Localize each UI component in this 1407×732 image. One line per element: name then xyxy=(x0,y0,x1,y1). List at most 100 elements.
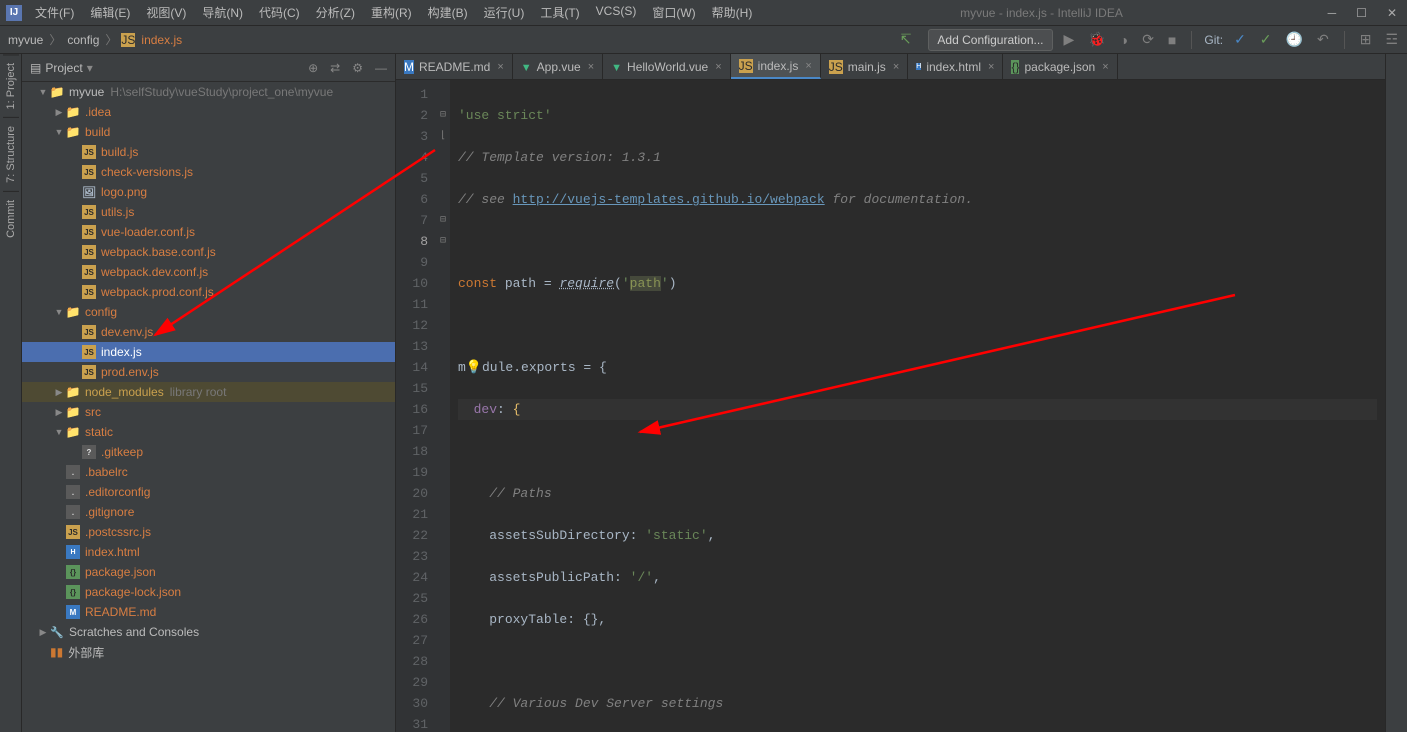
left-tool-gutter: 1: Project 7: Structure Commit xyxy=(0,54,22,732)
code-editor[interactable]: 1234 5678 9101112 13141516 17181920 2122… xyxy=(396,80,1385,732)
tab-indexhtml[interactable]: Hindex.html× xyxy=(908,54,1003,79)
tree-file[interactable]: JSwebpack.prod.conf.js xyxy=(22,282,395,302)
menu-vcs[interactable]: VCS(S) xyxy=(589,1,644,24)
tab-app[interactable]: App.vue× xyxy=(513,54,603,79)
tree-file[interactable]: ..babelrc xyxy=(22,462,395,482)
menu-view[interactable]: 视图(V) xyxy=(139,1,193,24)
locate-icon[interactable]: ⊕ xyxy=(308,61,318,75)
tree-node-modules[interactable]: node_moduleslibrary root xyxy=(22,382,395,402)
debug-icon[interactable]: 🐞 xyxy=(1085,31,1108,48)
git-update-icon[interactable]: ✓ xyxy=(1231,31,1249,48)
tree-build[interactable]: build xyxy=(22,122,395,142)
gear-icon[interactable]: ⚙ xyxy=(352,61,363,75)
menu-help[interactable]: 帮助(H) xyxy=(705,1,760,24)
menu-window[interactable]: 窗口(W) xyxy=(645,1,702,24)
tree-file[interactable]: JSwebpack.dev.conf.js xyxy=(22,262,395,282)
menubar: 文件(F) 编辑(E) 视图(V) 导航(N) 代码(C) 分析(Z) 重构(R… xyxy=(28,1,759,24)
tree-src[interactable]: src xyxy=(22,402,395,422)
breadcrumb-sep: 〉 xyxy=(105,31,117,48)
window-title: myvue - index.js - IntelliJ IDEA xyxy=(759,6,1323,20)
menu-edit[interactable]: 编辑(E) xyxy=(83,1,137,24)
expand-icon[interactable]: ⇄ xyxy=(330,61,340,75)
tool-tab-project[interactable]: 1: Project xyxy=(3,54,19,117)
titlebar: IJ 文件(F) 编辑(E) 视图(V) 导航(N) 代码(C) 分析(Z) 重… xyxy=(0,0,1407,26)
crumb-myvue[interactable]: myvue xyxy=(6,32,45,48)
close-icon[interactable]: × xyxy=(805,60,811,72)
build-hammer-icon[interactable]: ↸ xyxy=(897,31,915,48)
tree-file[interactable]: {}package.json xyxy=(22,562,395,582)
close-icon[interactable]: × xyxy=(1102,61,1108,73)
project-sidebar: ▤ Project ▾ ⊕ ⇄ ⚙ — myvueH:\selfStudy\vu… xyxy=(22,54,396,732)
run-icon[interactable]: ▶ xyxy=(1061,31,1078,48)
stop-icon[interactable]: ■ xyxy=(1165,32,1179,48)
menu-refactor[interactable]: 重构(R) xyxy=(364,1,419,24)
git-rollback-icon[interactable]: ↶ xyxy=(1314,31,1332,48)
editor-tabs: MREADME.md× App.vue× HelloWorld.vue× JSi… xyxy=(396,54,1385,80)
tree-file[interactable]: Hindex.html xyxy=(22,542,395,562)
tree-file[interactable]: {}package-lock.json xyxy=(22,582,395,602)
code-content[interactable]: 'use strict' // Template version: 1.3.1 … xyxy=(450,80,1385,732)
crumb-config[interactable]: config xyxy=(65,32,101,48)
project-tree[interactable]: myvueH:\selfStudy\vueStudy\project_one\m… xyxy=(22,82,395,732)
tree-file[interactable]: MREADME.md xyxy=(22,602,395,622)
menu-tools[interactable]: 工具(T) xyxy=(533,1,586,24)
profile-icon[interactable]: ⟳ xyxy=(1139,31,1157,48)
menu-code[interactable]: 代码(C) xyxy=(252,1,307,24)
menu-analyze[interactable]: 分析(Z) xyxy=(309,1,362,24)
close-icon[interactable]: × xyxy=(988,61,994,73)
minimize-icon[interactable]: ─ xyxy=(1324,6,1341,20)
tool-tab-structure[interactable]: 7: Structure xyxy=(3,117,19,191)
tab-main[interactable]: JSmain.js× xyxy=(821,54,908,79)
git-commit-icon[interactable]: ✓ xyxy=(1257,31,1275,48)
tree-file[interactable]: logo.png xyxy=(22,182,395,202)
close-icon[interactable]: × xyxy=(715,61,721,73)
breadcrumb: myvue 〉 config 〉 JS index.js xyxy=(6,31,184,48)
tree-file[interactable]: JScheck-versions.js xyxy=(22,162,395,182)
dropdown-icon[interactable]: ▾ xyxy=(87,61,93,75)
tree-file[interactable]: ..gitignore xyxy=(22,502,395,522)
git-label: Git: xyxy=(1204,33,1223,47)
fold-gutter[interactable]: ⊟⌊ ⊟⊟ xyxy=(436,80,450,732)
tree-file[interactable]: ..editorconfig xyxy=(22,482,395,502)
close-icon[interactable]: ✕ xyxy=(1383,6,1401,20)
project-icon: ▤ xyxy=(30,61,41,75)
ide-logo: IJ xyxy=(6,5,22,21)
tab-package[interactable]: {}package.json× xyxy=(1003,54,1117,79)
tree-file[interactable]: JS.postcssrc.js xyxy=(22,522,395,542)
tree-file[interactable]: JSvue-loader.conf.js xyxy=(22,222,395,242)
menu-nav[interactable]: 导航(N) xyxy=(195,1,250,24)
menu-run[interactable]: 运行(U) xyxy=(477,1,532,24)
close-icon[interactable]: × xyxy=(588,61,594,73)
tree-config[interactable]: config xyxy=(22,302,395,322)
coverage-icon[interactable]: ◑ xyxy=(1117,32,1131,48)
tree-file[interactable]: JSwebpack.base.conf.js xyxy=(22,242,395,262)
crumb-file[interactable]: index.js xyxy=(139,32,184,48)
toolbar: myvue 〉 config 〉 JS index.js ↸ Add Confi… xyxy=(0,26,1407,54)
hide-icon[interactable]: — xyxy=(375,61,387,75)
tree-scratches[interactable]: Scratches and Consoles xyxy=(22,622,395,642)
tree-file-selected[interactable]: JSindex.js xyxy=(22,342,395,362)
tree-file[interactable]: JSbuild.js xyxy=(22,142,395,162)
menu-build[interactable]: 构建(B) xyxy=(421,1,475,24)
tree-static[interactable]: static xyxy=(22,422,395,442)
menu-file[interactable]: 文件(F) xyxy=(28,1,81,24)
maximize-icon[interactable]: ☐ xyxy=(1352,6,1371,20)
tree-external[interactable]: ▮▮外部库 xyxy=(22,642,395,662)
settings-icon[interactable]: ☲ xyxy=(1382,31,1401,48)
tree-idea[interactable]: .idea xyxy=(22,102,395,122)
close-icon[interactable]: × xyxy=(497,61,503,73)
git-history-icon[interactable]: 🕘 xyxy=(1283,31,1306,48)
tree-file[interactable]: JSdev.env.js xyxy=(22,322,395,342)
search-everywhere-icon[interactable]: ⊞ xyxy=(1357,31,1375,48)
tree-root[interactable]: myvueH:\selfStudy\vueStudy\project_one\m… xyxy=(22,82,395,102)
tree-file[interactable]: JSprod.env.js xyxy=(22,362,395,382)
bulb-icon[interactable]: 💡 xyxy=(466,360,482,375)
add-configuration-button[interactable]: Add Configuration... xyxy=(928,29,1052,51)
tool-tab-commit[interactable]: Commit xyxy=(3,191,19,246)
tree-file[interactable]: ?.gitkeep xyxy=(22,442,395,462)
close-icon[interactable]: × xyxy=(893,61,899,73)
tab-index-active[interactable]: JSindex.js× xyxy=(731,54,821,79)
tree-file[interactable]: JSutils.js xyxy=(22,202,395,222)
tab-hello[interactable]: HelloWorld.vue× xyxy=(603,54,730,79)
tab-readme[interactable]: MREADME.md× xyxy=(396,54,513,79)
